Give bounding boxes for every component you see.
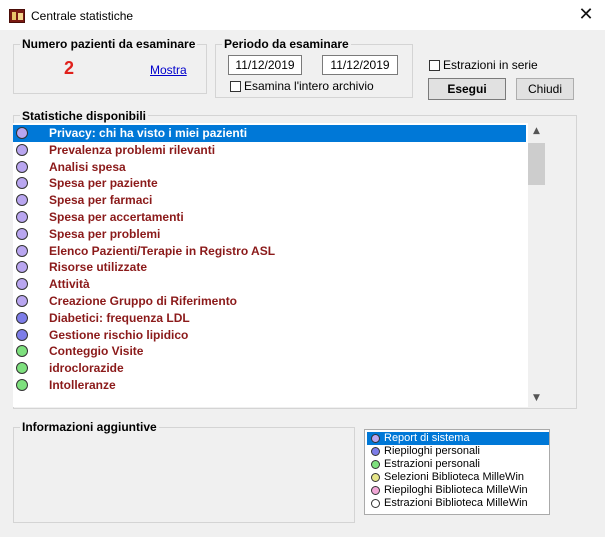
- category-legend: Report di sistema Riepiloghi personali Est…: [364, 429, 550, 515]
- category-dot-icon: [16, 177, 28, 190]
- category-dot-icon: [16, 211, 28, 223]
- stats-list-item[interactable]: Spesa per problemi: [13, 226, 526, 243]
- legend-item-label: Estrazioni Biblioteca MilleWin: [384, 497, 528, 509]
- stats-list-item[interactable]: Spesa per farmaci: [13, 192, 526, 209]
- category-dot-icon: [16, 194, 28, 207]
- legend-dot-icon: [371, 486, 380, 495]
- stats-item-label: Creazione Gruppo di Riferimento: [49, 294, 238, 308]
- legend-item[interactable]: Riepiloghi Biblioteca MilleWin: [367, 484, 549, 497]
- close-icon[interactable]: ✕: [575, 6, 597, 26]
- stats-list-item[interactable]: Creazione Gruppo di Riferimento: [13, 293, 526, 310]
- stats-list-item[interactable]: Gestione rischio lipidico: [13, 327, 526, 344]
- date-from-field[interactable]: 11/12/2019: [228, 55, 302, 75]
- stats-item-label: Elenco Pazienti/Terapie in Registro ASL: [49, 243, 276, 258]
- run-button[interactable]: Esegui: [428, 78, 506, 100]
- window-title: Centrale statistiche: [31, 9, 134, 23]
- stats-item-label: Spesa per accertamenti: [49, 210, 184, 224]
- legend-item-label: Report di sistema: [384, 432, 470, 444]
- legend-item[interactable]: Estrazioni Biblioteca MilleWin: [367, 497, 549, 510]
- stats-item-label: Spesa per farmaci: [49, 193, 153, 208]
- stats-list-item[interactable]: Attività: [13, 276, 526, 293]
- scroll-thumb[interactable]: [528, 143, 545, 185]
- stats-item-label: Spesa per paziente: [49, 176, 158, 191]
- whole-archive-label: Esamina l'intero archivio: [244, 79, 374, 93]
- stats-item-label: Conteggio Visite: [49, 344, 144, 359]
- stats-list-item[interactable]: Diabetici: frequenza LDL: [13, 310, 526, 327]
- stats-item-label: Diabetici: frequenza LDL: [49, 310, 190, 325]
- legend-item[interactable]: Selezioni Biblioteca MilleWin: [367, 471, 549, 484]
- legend-item-label: Estrazioni personali: [384, 458, 480, 470]
- date-to-field[interactable]: 11/12/2019: [322, 55, 398, 75]
- category-dot-icon: [16, 345, 28, 358]
- category-dot-icon: [16, 160, 28, 173]
- legend-item-label: Riepiloghi Biblioteca MilleWin: [384, 484, 528, 496]
- category-dot-icon: [16, 143, 28, 156]
- app-icon: [9, 9, 25, 23]
- patients-group-label: Numero pazienti da esaminare: [20, 37, 198, 51]
- scroll-up-icon[interactable]: ▲: [528, 123, 545, 140]
- category-dot-icon: [16, 311, 28, 324]
- stats-list-item[interactable]: Analisi spesa: [13, 159, 526, 176]
- legend-item[interactable]: Report di sistema: [367, 432, 549, 445]
- stats-list-item[interactable]: Intolleranze: [13, 377, 526, 394]
- stats-list-item[interactable]: Prevalenza problemi rilevanti: [13, 142, 526, 159]
- extra-info-group-label: Informazioni aggiuntive: [20, 420, 159, 434]
- stats-list-item[interactable]: idroclorazide: [13, 360, 526, 377]
- legend-item-label: Riepiloghi personali: [384, 445, 481, 457]
- category-dot-icon: [16, 261, 28, 274]
- close-button[interactable]: Chiudi: [516, 78, 574, 100]
- category-dot-icon: [16, 227, 28, 240]
- statistics-center-window: Centrale statistiche ✕ Numero pazienti d…: [0, 0, 605, 537]
- stats-item-label: idroclorazide: [49, 361, 124, 376]
- category-dot-icon: [16, 278, 28, 291]
- stats-group-label: Statistiche disponibili: [20, 109, 149, 123]
- title-bar: Centrale statistiche ✕: [0, 0, 605, 30]
- stats-item-label: Attività: [49, 277, 90, 292]
- stats-item-label: Prevalenza problemi rilevanti: [49, 142, 216, 157]
- category-dot-icon: [16, 127, 28, 139]
- stats-list-item[interactable]: Spesa per accertamenti: [13, 209, 526, 226]
- legend-item[interactable]: Estrazioni personali: [367, 458, 549, 471]
- legend-dot-icon: [371, 434, 380, 443]
- stats-list-item[interactable]: Risorse utilizzate: [13, 259, 526, 276]
- legend-item-label: Selezioni Biblioteca MilleWin: [384, 471, 525, 483]
- legend-dot-icon: [371, 447, 380, 456]
- batch-extraction-checkbox[interactable]: [429, 60, 440, 71]
- stats-item-label: Spesa per problemi: [49, 226, 161, 241]
- show-patients-link[interactable]: Mostra: [150, 63, 187, 77]
- scroll-down-icon[interactable]: ▼: [528, 390, 545, 407]
- category-dot-icon: [16, 328, 28, 341]
- stats-list-item[interactable]: Privacy: chi ha visto i miei pazienti: [13, 125, 526, 142]
- whole-archive-checkbox[interactable]: [230, 81, 241, 92]
- patient-count: 2: [64, 58, 75, 78]
- period-group-label: Periodo da esaminare: [222, 37, 351, 51]
- stats-item-label: Risorse utilizzate: [49, 260, 148, 275]
- stats-item-label: Analisi spesa: [49, 159, 126, 174]
- stats-list-item[interactable]: Spesa per paziente: [13, 175, 526, 192]
- legend-dot-icon: [371, 499, 380, 508]
- category-dot-icon: [16, 244, 28, 257]
- category-dot-icon: [16, 362, 28, 375]
- extra-info-group: [13, 427, 355, 523]
- stats-scrollbar[interactable]: ▲ ▼: [528, 123, 545, 407]
- stats-list-item[interactable]: Elenco Pazienti/Terapie in Registro ASL: [13, 243, 526, 260]
- stats-list: Privacy: chi ha visto i miei pazienti Pre…: [13, 123, 545, 407]
- legend-item[interactable]: Riepiloghi personali: [367, 445, 549, 458]
- stats-item-label: Privacy: chi ha visto i miei pazienti: [49, 126, 248, 140]
- legend-dot-icon: [371, 460, 380, 469]
- stats-list-item[interactable]: Conteggio Visite: [13, 343, 526, 360]
- stats-item-label: Intolleranze: [49, 378, 116, 392]
- stats-item-label: Gestione rischio lipidico: [49, 327, 189, 342]
- legend-dot-icon: [371, 473, 380, 482]
- batch-extraction-label: Estrazioni in serie: [443, 58, 538, 72]
- category-dot-icon: [16, 295, 28, 307]
- category-dot-icon: [16, 379, 28, 391]
